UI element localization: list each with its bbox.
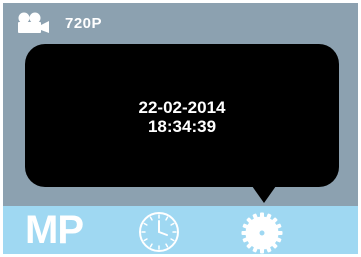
popup-pointer xyxy=(252,186,276,203)
status-bar: 720P xyxy=(3,3,358,43)
gear-icon[interactable] xyxy=(240,211,284,254)
mode-button[interactable]: MP xyxy=(25,208,84,252)
mode-bar: MP xyxy=(3,206,358,254)
datetime-popup: 22-02-2014 18:34:39 xyxy=(25,44,339,187)
resolution-label: 720P xyxy=(65,15,103,32)
datetime-display: 22-02-2014 18:34:39 xyxy=(25,98,339,136)
clock-icon[interactable] xyxy=(137,210,181,254)
video-camera-icon xyxy=(18,12,49,33)
time-value: 18:34:39 xyxy=(147,117,217,136)
camera-screen: 720P 22-02-2014 18:34:39 MP xyxy=(3,3,358,254)
date-value: 22-02-2014 xyxy=(138,98,226,117)
